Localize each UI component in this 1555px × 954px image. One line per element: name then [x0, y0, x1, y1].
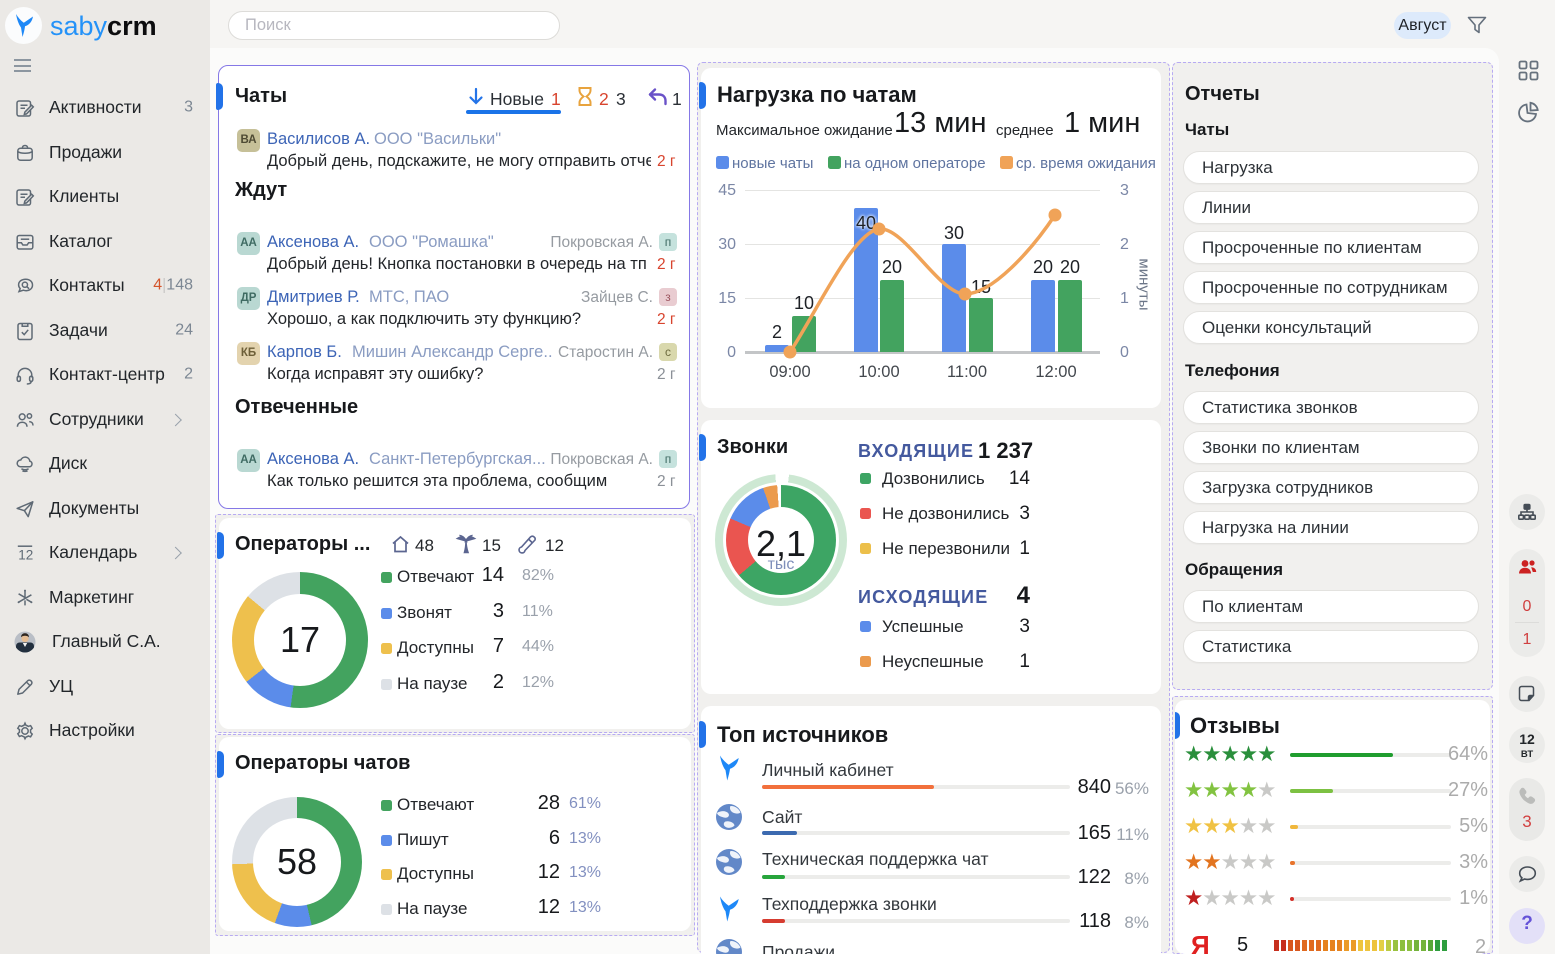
svg-text:12: 12 — [18, 548, 33, 563]
